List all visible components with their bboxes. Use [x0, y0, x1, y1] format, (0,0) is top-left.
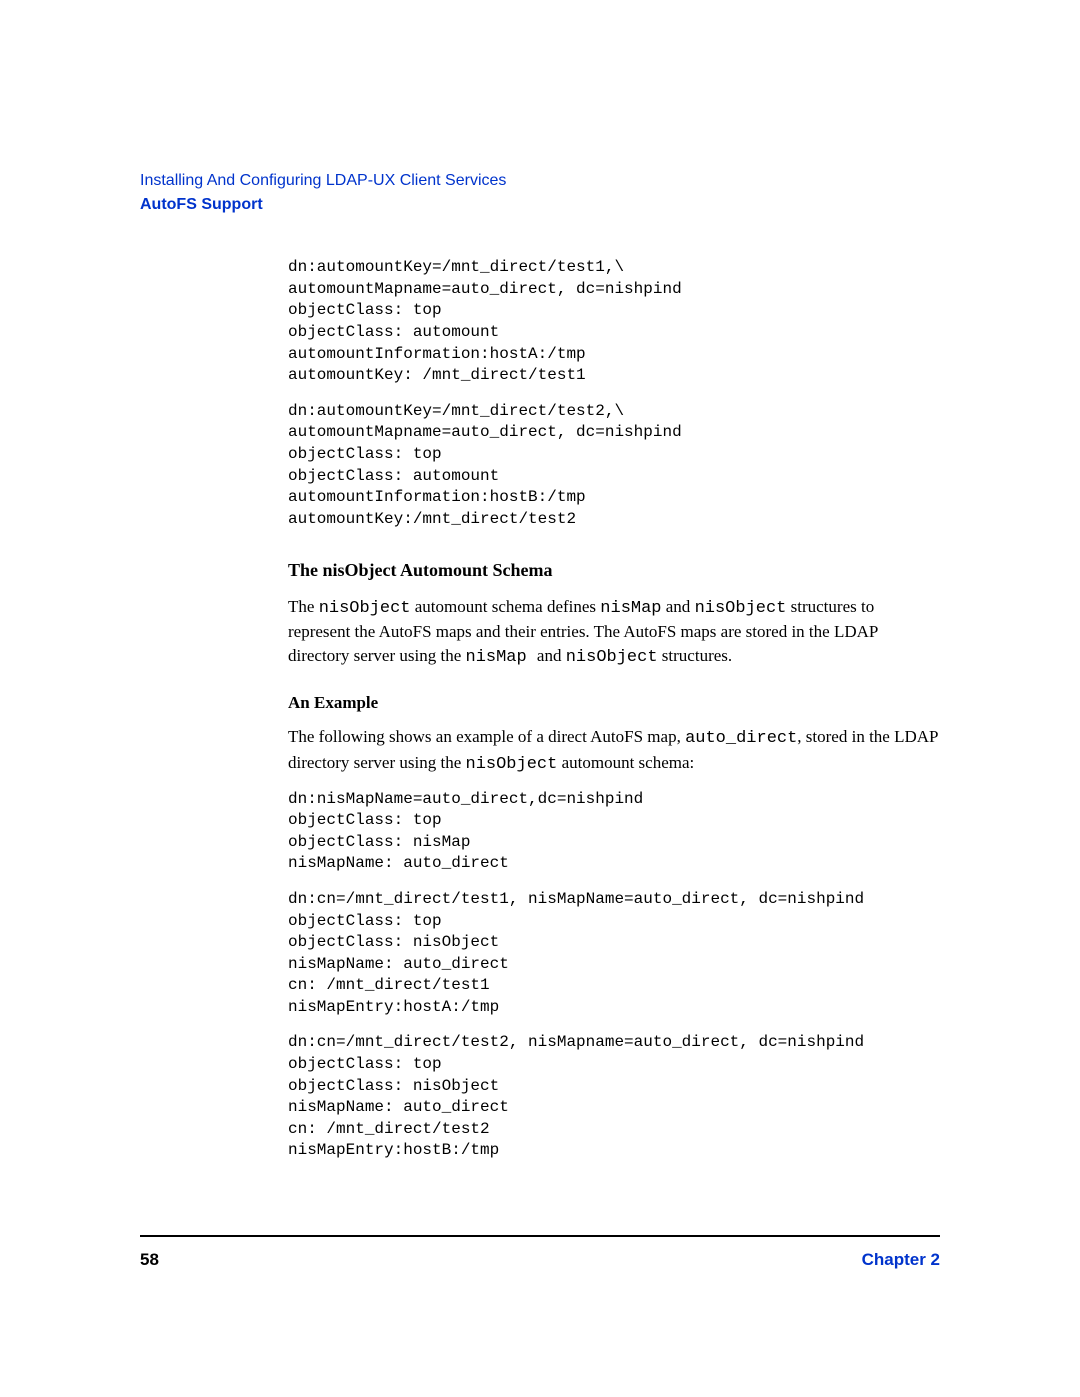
inline-code: nisObject: [466, 755, 558, 774]
text: and: [537, 646, 566, 665]
text: and: [662, 597, 695, 616]
code-block-2: dn:automountKey=/mnt_direct/test2,\ auto…: [288, 401, 940, 531]
code-block-4: dn:cn=/mnt_direct/test1, nisMapName=auto…: [288, 889, 940, 1019]
inline-code: nisObject: [319, 599, 411, 618]
page-number: 58: [140, 1249, 159, 1272]
text: automount schema defines: [411, 597, 601, 616]
running-header-chapter: Installing And Configuring LDAP-UX Clien…: [140, 170, 940, 192]
text: automount schema:: [557, 753, 694, 772]
inline-code: nisMap: [466, 648, 537, 667]
chapter-label: Chapter 2: [862, 1249, 940, 1272]
inline-code: nisObject: [566, 648, 658, 667]
inline-code: nisMap: [600, 599, 661, 618]
paragraph-nisobject-desc: The nisObject automount schema defines n…: [288, 595, 940, 670]
page-footer: 58 Chapter 2: [140, 1235, 940, 1272]
text: The following shows an example of a dire…: [288, 727, 685, 746]
section-heading-nisobject: The nisObject Automount Schema: [288, 558, 940, 582]
inline-code: auto_direct: [685, 729, 797, 748]
section-heading-example: An Example: [288, 692, 940, 715]
code-block-5: dn:cn=/mnt_direct/test2, nisMapname=auto…: [288, 1032, 940, 1162]
code-block-3: dn:nisMapName=auto_direct,dc=nishpind ob…: [288, 789, 940, 875]
running-header-section: AutoFS Support: [140, 194, 940, 216]
code-block-1: dn:automountKey=/mnt_direct/test1,\ auto…: [288, 257, 940, 387]
page-content: dn:automountKey=/mnt_direct/test1,\ auto…: [288, 257, 940, 1162]
paragraph-example-intro: The following shows an example of a dire…: [288, 725, 940, 777]
text: The: [288, 597, 319, 616]
text: structures.: [658, 646, 733, 665]
inline-code: nisObject: [695, 599, 787, 618]
